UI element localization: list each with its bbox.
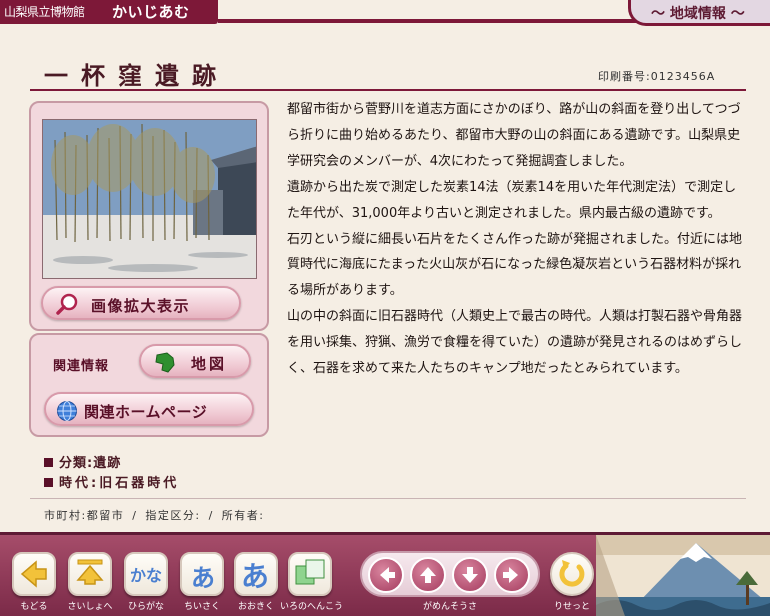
description-paragraph: 都留市街から菅野川を道志方面にさかのぼり、路が山の斜面を登り出してつづら折りに曲… bbox=[287, 102, 741, 169]
text-larger-button[interactable]: あ bbox=[234, 552, 278, 596]
era-text: 時代:旧石器時代 bbox=[59, 476, 180, 491]
text-smaller-glyph: あ bbox=[191, 564, 215, 592]
photo-panel: 画像拡大表示 bbox=[29, 101, 269, 331]
hiragana-glyph: かな bbox=[130, 566, 163, 585]
text-smaller-button[interactable]: あ bbox=[180, 552, 224, 596]
globe-icon bbox=[56, 400, 78, 426]
magnifier-icon bbox=[55, 293, 81, 319]
related-info-panel: 関連情報 地図 関連ホームページ bbox=[29, 333, 269, 437]
header-divider bbox=[218, 19, 638, 23]
scroll-up-button[interactable] bbox=[410, 557, 446, 593]
scroll-down-button[interactable] bbox=[452, 557, 488, 593]
description-paragraph: 遺跡から出た炭で測定した炭素14法（炭素14を用いた年代測定法）で測定した年代が… bbox=[287, 179, 737, 221]
description-text: 都留市街から菅野川を道志方面にさかのぼり、路が山の斜面を登り出してつづら折りに曲… bbox=[287, 97, 747, 382]
first-page-button[interactable] bbox=[68, 552, 112, 596]
related-info-label: 関連情報 bbox=[53, 359, 110, 374]
footer-divider bbox=[30, 498, 746, 499]
arrow-left-icon bbox=[20, 560, 47, 588]
arrow-right-icon bbox=[503, 567, 518, 583]
bottom-toolbar: もどる さいしょへ かな ひらがな あ ちいさく あ おおきく いろのへんこう bbox=[0, 532, 770, 616]
zoom-image-button[interactable]: 画像拡大表示 bbox=[41, 286, 241, 320]
description-paragraph: 石刃という縦に細長い石片をたくさん作った跡が発掘されました。付近には地質時代に海… bbox=[287, 231, 743, 299]
footer-info: 市町村:都留市 / 指定区分: / 所有者: bbox=[44, 509, 265, 522]
text-larger-glyph: あ bbox=[241, 560, 270, 593]
scroll-right-button[interactable] bbox=[494, 557, 530, 593]
mount-fuji-illustration bbox=[596, 535, 770, 616]
text-smaller-label: ちいさく bbox=[183, 602, 220, 612]
reset-button[interactable] bbox=[550, 552, 594, 596]
header-brand-area: 山梨県立博物館 かいじあむ bbox=[0, 0, 218, 24]
color-change-label: いろのへんこう bbox=[280, 602, 344, 612]
site-photo[interactable] bbox=[42, 119, 257, 279]
section-title: ～ 地域情報 ～ bbox=[651, 6, 745, 22]
hiragana-button[interactable]: かな bbox=[124, 552, 168, 596]
museum-name: 山梨県立博物館 bbox=[4, 5, 85, 19]
scroll-controls bbox=[360, 551, 540, 597]
arrow-up-icon bbox=[420, 567, 436, 583]
section-tab: ～ 地域情報 ～ bbox=[628, 0, 770, 26]
map-label: 地図 bbox=[191, 355, 228, 373]
back-button[interactable] bbox=[12, 552, 56, 596]
reset-icon bbox=[559, 560, 585, 587]
zoom-image-label: 画像拡大表示 bbox=[91, 297, 191, 315]
scroll-left-button[interactable] bbox=[368, 557, 404, 593]
description-paragraph: 山の中の斜面に旧石器時代（人類史上で最古の時代。人類は打製石器や骨角器を用い採集… bbox=[287, 309, 743, 377]
print-number: 印刷番号:0123456A bbox=[598, 70, 716, 83]
arrow-left-icon bbox=[380, 567, 395, 583]
related-homepage-button[interactable]: 関連ホームページ bbox=[44, 392, 254, 426]
color-change-button[interactable] bbox=[288, 552, 332, 596]
back-label: もどる bbox=[20, 602, 48, 612]
classification-text: 分類:遺跡 bbox=[59, 456, 122, 471]
header-bar: 山梨県立博物館 かいじあむ ～ 地域情報 ～ bbox=[0, 0, 770, 26]
map-button[interactable]: 地図 bbox=[139, 344, 251, 378]
era: 時代:旧石器時代 bbox=[44, 472, 179, 491]
bullet-square-icon bbox=[44, 478, 53, 487]
related-homepage-label: 関連ホームページ bbox=[84, 403, 208, 421]
color-swatch-icon bbox=[295, 559, 325, 585]
hiragana-label: ひらがな bbox=[127, 602, 164, 612]
text-larger-label: おおきく bbox=[237, 602, 274, 612]
classification: 分類:遺跡 bbox=[44, 452, 121, 471]
title-divider bbox=[30, 89, 746, 91]
arrow-down-icon bbox=[462, 567, 478, 583]
brand-logo-text: かいじあむ bbox=[112, 3, 190, 21]
arrow-top-icon bbox=[76, 559, 104, 585]
scroll-label: がめんそうさ bbox=[422, 602, 477, 612]
first-page-label: さいしょへ bbox=[67, 602, 113, 612]
page-title: 一杯窪遺跡 bbox=[44, 61, 229, 90]
reset-label: りせっと bbox=[553, 602, 590, 612]
map-icon bbox=[153, 352, 177, 378]
bullet-square-icon bbox=[44, 458, 53, 467]
site-photo-illustration bbox=[43, 120, 256, 278]
